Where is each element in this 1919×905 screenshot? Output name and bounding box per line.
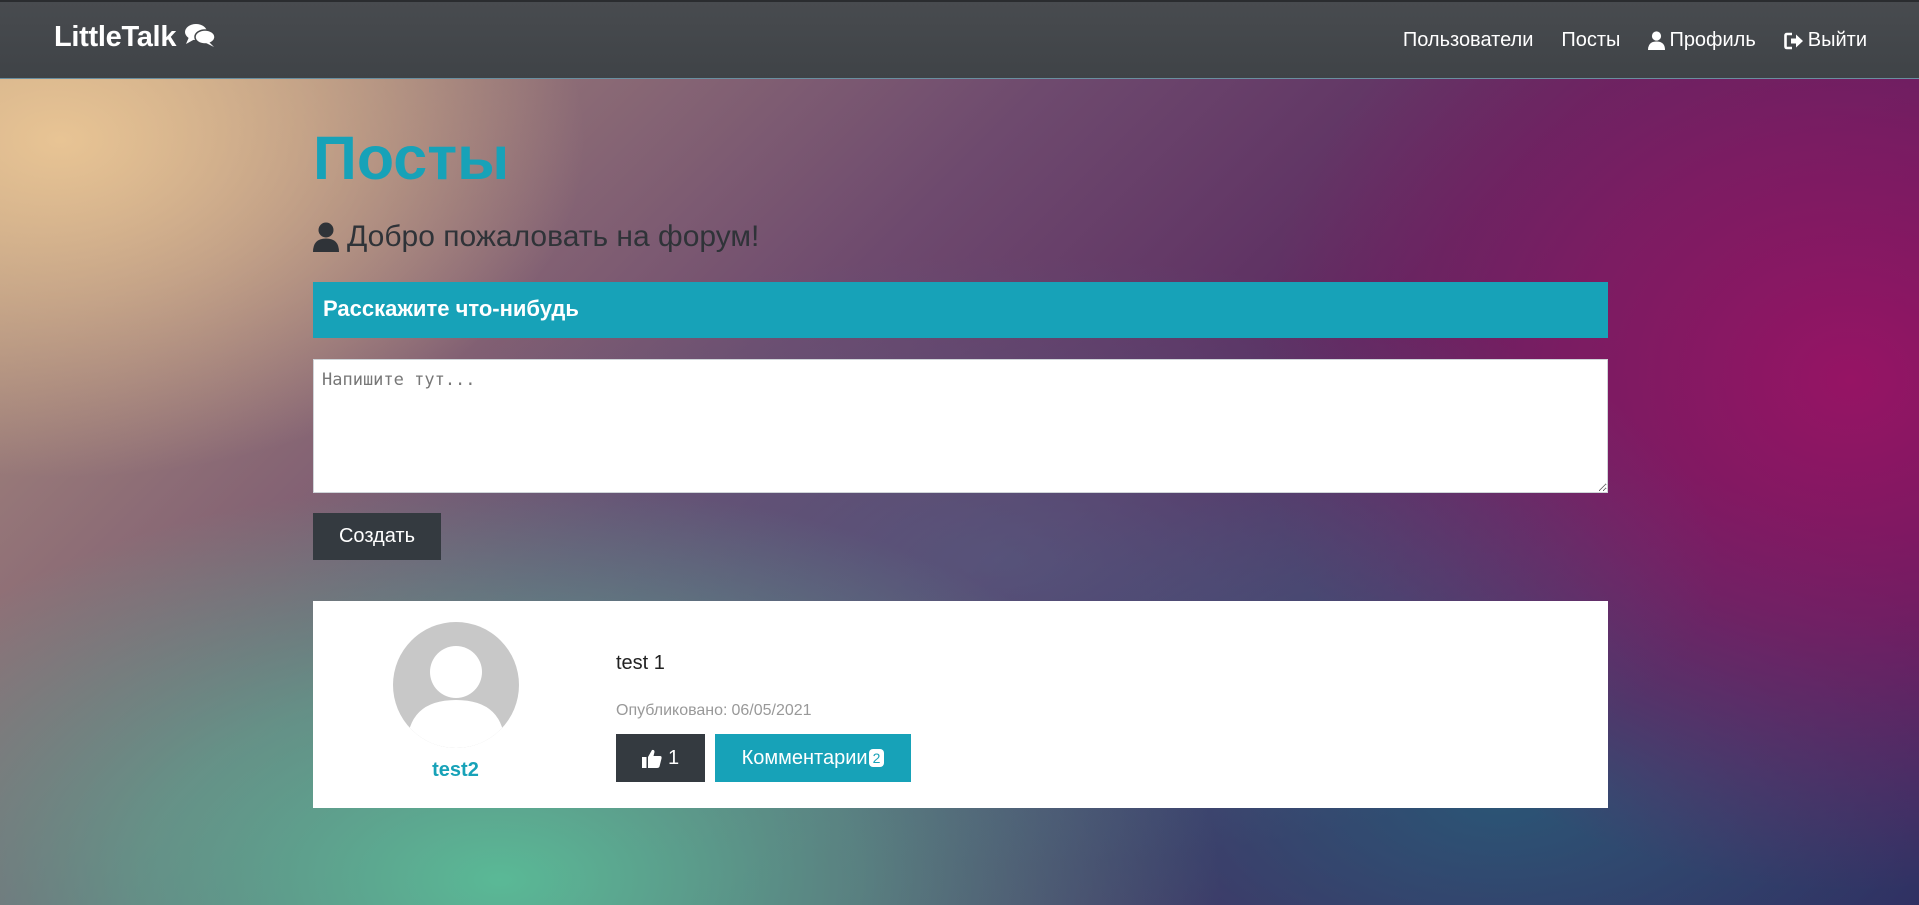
nav-link-posts[interactable]: Посты bbox=[1561, 29, 1620, 52]
nav-links: Пользователи Посты Профиль Выйти bbox=[1403, 29, 1867, 52]
nav-link-posts-label: Посты bbox=[1561, 29, 1621, 51]
navbar: LittleTalk Пользователи Посты Профиль Вы… bbox=[0, 0, 1919, 79]
user-icon bbox=[1648, 31, 1666, 50]
post-published: Опубликовано: 06/05/2021 bbox=[616, 702, 812, 720]
nav-link-logout[interactable]: Выйти bbox=[1783, 29, 1867, 52]
welcome-text: Добро пожаловать на форум! bbox=[347, 220, 760, 253]
post-published-date: 06/05/2021 bbox=[731, 702, 812, 719]
like-count: 1 bbox=[667, 746, 680, 769]
avatar[interactable] bbox=[393, 622, 519, 748]
default-avatar-icon bbox=[407, 646, 505, 748]
nav-link-users-label: Пользователи bbox=[1402, 29, 1534, 51]
create-post-button[interactable]: Создать bbox=[313, 513, 441, 560]
user-icon bbox=[313, 222, 339, 252]
sign-out-icon bbox=[1783, 32, 1803, 49]
post-text-input[interactable] bbox=[313, 359, 1608, 493]
brand-logo[interactable]: LittleTalk bbox=[54, 21, 216, 54]
comments-icon bbox=[185, 23, 216, 47]
comments-button[interactable]: Комментарии 2 bbox=[715, 734, 911, 782]
nav-link-profile-label: Профиль bbox=[1669, 29, 1756, 51]
brand-name: LittleTalk bbox=[54, 21, 177, 53]
post-published-label: Опубликовано: bbox=[616, 702, 728, 719]
post-form-header: Расскажите что-нибудь bbox=[313, 282, 1608, 338]
post-card: test2 test 1 Опубликовано: 06/05/2021 1 … bbox=[313, 601, 1608, 808]
comments-count-badge: 2 bbox=[868, 749, 885, 767]
welcome-message: Добро пожаловать на форум! bbox=[313, 220, 759, 254]
nav-link-profile[interactable]: Профиль bbox=[1648, 29, 1756, 52]
page-title: Посты bbox=[313, 124, 510, 192]
comments-label: Комментарии bbox=[741, 746, 868, 769]
nav-link-logout-label: Выйти bbox=[1807, 29, 1867, 51]
post-text: test 1 bbox=[616, 652, 665, 674]
thumbs-up-icon bbox=[641, 749, 662, 768]
like-button[interactable]: 1 bbox=[616, 734, 705, 782]
post-author[interactable]: test2 bbox=[313, 759, 598, 782]
nav-link-users[interactable]: Пользователи bbox=[1403, 29, 1534, 52]
